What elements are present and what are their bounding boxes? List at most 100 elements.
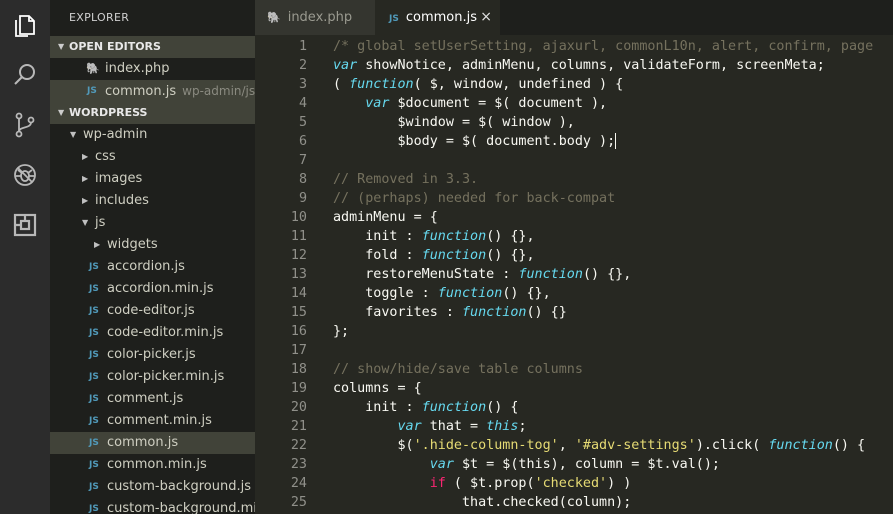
tree-folder-widgets[interactable]: ▶ widgets xyxy=(50,234,255,256)
line-number: 13 xyxy=(290,267,307,282)
debug-icon[interactable] xyxy=(10,160,40,190)
tree-file-accordion-min-js[interactable]: JS accordion.min.js xyxy=(50,278,255,300)
open-editor-item-index-php[interactable]: 🐘 index.php xyxy=(50,58,255,80)
code-text: adminMenu = { xyxy=(333,210,438,225)
tab-common-js[interactable]: JS common.js × xyxy=(375,0,500,35)
code-text: favorites : function() {} xyxy=(333,305,567,320)
tree-file-comment-min-js[interactable]: JS comment.min.js xyxy=(50,410,255,432)
line-number: 16 xyxy=(290,324,307,339)
text-cursor xyxy=(615,133,617,149)
tree-item-label: color-picker.js xyxy=(107,347,196,362)
open-editor-item-common-js[interactable]: JS common.js wp-admin/js xyxy=(50,80,255,102)
chevron-down-icon: ▼ xyxy=(70,130,77,139)
line-number: 20 xyxy=(290,400,307,415)
chevron-right-icon: ▶ xyxy=(82,152,89,161)
js-file-icon: JS xyxy=(87,86,97,96)
line-number: 2 xyxy=(298,58,307,73)
extensions-icon[interactable] xyxy=(10,210,40,240)
code-text: // show/hide/save table columns xyxy=(333,362,583,377)
code-line[interactable]: 16}; xyxy=(255,322,893,341)
code-text: init : function() {}, xyxy=(333,229,535,244)
tree-item-label: css xyxy=(95,149,116,164)
tree-file-code-editor-js[interactable]: JS code-editor.js xyxy=(50,300,255,322)
code-line[interactable]: 19 columns = { xyxy=(255,379,893,398)
line-number: 22 xyxy=(290,438,307,453)
code-line[interactable]: 3 ( function( $, window, undefined ) { xyxy=(255,75,893,94)
code-line[interactable]: 13 restoreMenuState : function() {}, xyxy=(255,265,893,284)
line-number: 15 xyxy=(290,305,307,320)
code-line[interactable]: 14 toggle : function() {}, xyxy=(255,284,893,303)
code-line[interactable]: 2 var showNotice, adminMenu, columns, val… xyxy=(255,56,893,75)
code-line[interactable]: 17 xyxy=(255,341,893,360)
tree-item-label: accordion.js xyxy=(107,259,185,274)
tree-item-label: code-editor.min.js xyxy=(107,325,224,340)
tree-file-custom-background-min-js[interactable]: JS custom-background.mi... xyxy=(50,498,255,514)
open-editors-header[interactable]: ▼ OPEN EDITORS xyxy=(50,36,255,58)
js-file-icon: JS xyxy=(89,504,99,514)
code-line[interactable]: 4 var $document = $( document ), xyxy=(255,94,893,113)
line-number: 3 xyxy=(298,77,307,92)
tree-file-common-js[interactable]: JS common.js xyxy=(50,432,255,454)
tree-file-color-picker-js[interactable]: JS color-picker.js xyxy=(50,344,255,366)
line-number: 12 xyxy=(290,248,307,263)
code-line[interactable]: 5 $window = $( window ), xyxy=(255,113,893,132)
code-line[interactable]: 21 var that = this; xyxy=(255,417,893,436)
source-control-icon[interactable] xyxy=(10,110,40,140)
code-text: restoreMenuState : function() {}, xyxy=(333,267,632,282)
code-line[interactable]: 22 $('.hide-column-tog', '#adv-settings'… xyxy=(255,436,893,455)
php-file-icon: 🐘 xyxy=(267,11,281,24)
code-line[interactable]: 1 /* global setUserSetting, ajaxurl, comm… xyxy=(255,37,893,56)
code-line[interactable]: 24 if ( $t.prop('checked') ) xyxy=(255,474,893,493)
js-file-icon: JS xyxy=(89,460,99,470)
tree-folder-includes[interactable]: ▶ includes xyxy=(50,190,255,212)
code-line[interactable]: 25 that.checked(column); xyxy=(255,493,893,512)
line-number: 21 xyxy=(290,419,307,434)
tree-file-common-min-js[interactable]: JS common.min.js xyxy=(50,454,255,476)
line-number: 8 xyxy=(298,172,307,187)
code-line[interactable]: 9 // (perhaps) needed for back-compat xyxy=(255,189,893,208)
tree-item-label: custom-background.mi... xyxy=(107,501,255,514)
code-line[interactable]: 7 xyxy=(255,151,893,170)
tree-file-comment-js[interactable]: JS comment.js xyxy=(50,388,255,410)
code-text: that.checked(column); xyxy=(333,495,632,510)
chevron-right-icon: ▶ xyxy=(82,174,89,183)
line-number: 1 xyxy=(298,39,307,54)
js-file-icon: JS xyxy=(89,350,99,360)
code-text: $('.hide-column-tog', '#adv-settings').c… xyxy=(333,438,866,453)
tree-item-label: widgets xyxy=(107,237,158,252)
code-line[interactable]: 6 $body = $( document.body ); xyxy=(255,132,893,151)
tree-file-color-picker-min-js[interactable]: JS color-picker.min.js xyxy=(50,366,255,388)
tree-file-custom-background-js[interactable]: JS custom-background.js xyxy=(50,476,255,498)
code-line[interactable]: 11 init : function() {}, xyxy=(255,227,893,246)
tree-item-label: code-editor.js xyxy=(107,303,195,318)
tree-file-accordion-js[interactable]: JS accordion.js xyxy=(50,256,255,278)
line-number: 14 xyxy=(290,286,307,301)
code-line[interactable]: 8 // Removed in 3.3. xyxy=(255,170,893,189)
code-line[interactable]: 15 favorites : function() {} xyxy=(255,303,893,322)
js-file-icon: JS xyxy=(89,416,99,426)
code-text: columns = { xyxy=(333,381,422,396)
code-text: var $t = $(this), column = $t.val(); xyxy=(429,457,720,472)
tree-item-label: includes xyxy=(95,193,149,208)
code-line[interactable]: 18 // show/hide/save table columns xyxy=(255,360,893,379)
tree-folder-css[interactable]: ▶ css xyxy=(50,146,255,168)
files-icon[interactable] xyxy=(10,10,40,40)
code-line[interactable]: 10 adminMenu = { xyxy=(255,208,893,227)
line-number: 7 xyxy=(298,153,307,168)
code-editor[interactable]: 1 /* global setUserSetting, ajaxurl, comm… xyxy=(255,35,893,514)
workspace-header[interactable]: ▼ WORDPRESS xyxy=(50,102,255,124)
tree-folder-images[interactable]: ▶ images xyxy=(50,168,255,190)
tree-file-code-editor-min-js[interactable]: JS code-editor.min.js xyxy=(50,322,255,344)
code-line[interactable]: 12 fold : function() {}, xyxy=(255,246,893,265)
code-text: ( function( $, window, undefined ) { xyxy=(333,77,624,92)
code-line[interactable]: 20 init : function() { xyxy=(255,398,893,417)
code-text: init : function() { xyxy=(333,400,519,415)
tree-folder-wp-admin[interactable]: ▼ wp-admin xyxy=(50,124,255,146)
tab-index-php[interactable]: 🐘 index.php xyxy=(255,0,375,35)
close-icon[interactable]: × xyxy=(480,0,492,35)
code-line[interactable]: 23 var $t = $(this), column = $t.val(); xyxy=(255,455,893,474)
code-text: /* global setUserSetting, ajaxurl, commo… xyxy=(333,39,874,54)
line-number: 5 xyxy=(298,115,307,130)
tree-folder-js[interactable]: ▼ js xyxy=(50,212,255,234)
search-icon[interactable] xyxy=(10,60,40,90)
